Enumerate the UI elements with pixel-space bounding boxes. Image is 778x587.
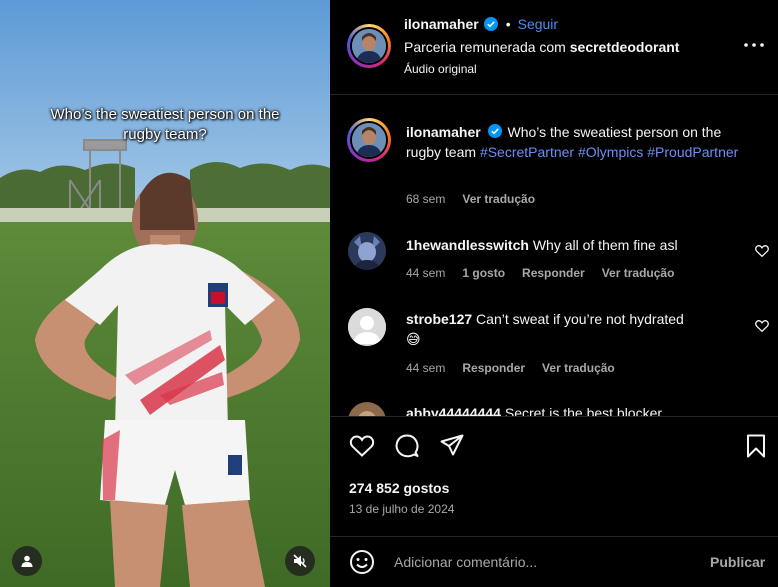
translate-link[interactable]: Ver tradução bbox=[602, 266, 675, 280]
author-username[interactable]: ilonamaher bbox=[404, 16, 479, 32]
add-comment-bar: Publicar bbox=[330, 536, 778, 587]
video-frame bbox=[0, 0, 330, 587]
post-header: ilonamaher • Seguir Parceria remunerada … bbox=[330, 0, 778, 95]
post-panel: ilonamaher • Seguir Parceria remunerada … bbox=[330, 0, 778, 587]
translate-link[interactable]: Ver tradução bbox=[462, 192, 535, 206]
hashtag-link[interactable]: #SecretPartner bbox=[480, 144, 574, 160]
follow-button[interactable]: Seguir bbox=[518, 16, 558, 32]
comment-emoji: 😅 bbox=[406, 331, 421, 347]
comment-username[interactable]: 1hewandlesswitch bbox=[406, 237, 529, 253]
comments-list[interactable]: ilonamaher Who’s the sweatiest person on… bbox=[330, 96, 778, 416]
speaker-muted-icon bbox=[293, 554, 307, 568]
likes-count[interactable]: 274 852 gostos bbox=[349, 480, 449, 496]
author-avatar[interactable] bbox=[347, 24, 391, 68]
comment-text: Can’t sweat if you’re not hydrated bbox=[476, 311, 684, 327]
audio-link[interactable]: Áudio original bbox=[404, 62, 477, 76]
mute-toggle-button[interactable] bbox=[285, 546, 315, 576]
video-player[interactable]: Who’s the sweatiest person on the rugby … bbox=[0, 0, 330, 587]
comment-text: Secret is the best blocker bbox=[504, 405, 663, 416]
verified-badge-icon bbox=[483, 17, 498, 31]
comment-input[interactable] bbox=[394, 551, 684, 573]
caption-time[interactable]: 68 sem bbox=[406, 192, 445, 206]
comment-username[interactable]: strobe127 bbox=[406, 311, 472, 327]
post-actions: 274 852 gostos 13 de julho de 2024 bbox=[330, 416, 778, 536]
comment-username[interactable]: abby44444444 bbox=[406, 405, 501, 416]
translate-link[interactable]: Ver tradução bbox=[542, 361, 615, 375]
comment-time[interactable]: 44 sem bbox=[406, 361, 445, 375]
hashtag-link[interactable]: #ProudPartner bbox=[647, 144, 738, 160]
caption-username[interactable]: ilonamaher bbox=[406, 124, 481, 140]
partnership-prefix: Parceria remunerada com bbox=[404, 39, 566, 55]
partner-link[interactable]: secretdeodorant bbox=[570, 39, 680, 55]
separator-dot: • bbox=[505, 16, 511, 32]
verified-badge-icon bbox=[487, 124, 502, 138]
comment-likes[interactable]: 1 gosto bbox=[462, 266, 505, 280]
heart-icon[interactable] bbox=[349, 433, 375, 459]
publish-button[interactable]: Publicar bbox=[710, 554, 765, 570]
hashtag-link[interactable]: #Olympics bbox=[578, 144, 643, 160]
comment-time[interactable]: 44 sem bbox=[406, 266, 445, 280]
comment-icon[interactable] bbox=[394, 433, 420, 459]
more-options-icon[interactable] bbox=[742, 37, 766, 53]
bookmark-icon[interactable] bbox=[743, 433, 769, 459]
post-date: 13 de julho de 2024 bbox=[349, 502, 455, 516]
paid-partnership-label: Parceria remunerada com secretdeodorant bbox=[404, 39, 679, 55]
reply-button[interactable]: Responder bbox=[522, 266, 585, 280]
comment-like-icon[interactable] bbox=[755, 319, 769, 333]
user-icon bbox=[21, 555, 33, 567]
caption-author-avatar[interactable] bbox=[347, 118, 391, 162]
comment-like-icon[interactable] bbox=[755, 244, 769, 258]
commenter-avatar[interactable] bbox=[348, 308, 386, 346]
emoji-icon[interactable] bbox=[349, 549, 375, 575]
commenter-avatar[interactable] bbox=[348, 402, 386, 416]
tagged-users-button[interactable] bbox=[12, 546, 42, 576]
video-overlay-text: Who’s the sweatiest person on the rugby … bbox=[50, 106, 280, 143]
reply-button[interactable]: Responder bbox=[462, 361, 525, 375]
comment-text: Why all of them fine asl bbox=[532, 237, 678, 253]
commenter-avatar[interactable] bbox=[348, 232, 386, 270]
send-icon[interactable] bbox=[439, 433, 465, 459]
